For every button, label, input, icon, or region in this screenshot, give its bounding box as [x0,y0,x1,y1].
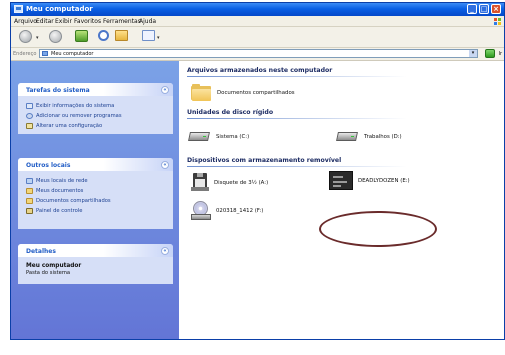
details-panel: Detalhes « Meu computador Pasta do siste… [18,244,173,284]
address-value: Meu computador [51,51,94,57]
go-button[interactable] [485,49,495,58]
shared-folder-icon [26,198,33,204]
documents-folder-icon [26,188,33,194]
group-header-removable: Dispositivos com armazenamento removível [187,157,342,164]
title-bar[interactable]: Meu computador _ □ × [11,3,504,16]
info-icon [26,103,33,109]
close-button[interactable]: × [491,4,501,14]
maximize-button[interactable]: □ [479,4,489,14]
go-label[interactable]: Ir [498,51,502,57]
menu-ferramentas[interactable]: Ferramentas [103,18,141,25]
address-field[interactable]: Meu computador ▾ [39,49,478,58]
item-floppy-a[interactable]: Disquete de 3½ (A:) [191,173,286,193]
computer-icon [42,51,48,56]
collapse-chevron-icon[interactable]: « [161,86,169,94]
windows-logo-icon [494,18,502,26]
panel-title: Tarefas do sistema [26,87,90,94]
item-label: Sistema (C:) [216,134,250,140]
minimize-button[interactable]: _ [467,4,477,14]
highlight-circle [319,211,437,247]
details-subtitle: Pasta do sistema [26,270,71,276]
group-header-files: Arquivos armazenados neste computador [187,67,333,74]
item-label: Trabalhos (D:) [364,134,402,140]
task-pane: Tarefas do sistema « Exibir informações … [11,61,179,339]
network-icon [26,178,33,184]
cd-drive-icon [191,201,211,221]
address-label: Endereço [13,51,37,57]
group-divider [187,118,407,119]
item-shared-documents[interactable]: Documentos compartilhados [191,83,301,103]
item-label: Documentos compartilhados [217,90,295,96]
menu-editar[interactable]: Editar [36,18,54,25]
toolbar: ▾ ▾ [11,27,504,48]
views-button[interactable] [142,30,155,41]
hard-drive-icon [336,129,359,142]
collapse-chevron-icon[interactable]: « [161,161,169,169]
item-drive-e[interactable]: DEADLYDOZEN (E:) [329,171,429,191]
group-divider [187,76,407,77]
computer-icon [14,5,23,13]
item-label: 020318_1412 (F:) [216,208,264,214]
hard-drive-icon [188,129,211,142]
menu-bar: Arquivo Editar Exibir Favoritos Ferramen… [11,16,504,27]
item-cd-f[interactable]: 020318_1412 (F:) [191,201,286,221]
address-bar: Endereço Meu computador ▾ Ir [11,48,504,61]
explorer-window: Meu computador _ □ × Arquivo Editar Exib… [10,2,505,340]
panel-title: Outros locais [26,162,71,169]
programs-icon [26,113,33,119]
content-pane: Arquivos armazenados neste computador Do… [179,61,504,339]
views-dropdown-icon[interactable]: ▾ [157,35,160,41]
menu-favoritos[interactable]: Favoritos [74,18,101,25]
forward-button[interactable] [49,30,62,43]
floppy-drive-icon [191,173,209,191]
control-panel-icon [26,123,33,129]
menu-exibir[interactable]: Exibir [55,18,72,25]
system-tasks-panel: Tarefas do sistema « Exibir informações … [18,83,173,134]
back-button[interactable] [19,30,32,43]
item-drive-d[interactable]: Trabalhos (D:) [336,127,427,147]
system-tasks-header[interactable]: Tarefas do sistema « [18,83,173,96]
item-drive-c[interactable]: Sistema (C:) [188,127,269,147]
menu-ajuda[interactable]: Ajuda [139,18,156,25]
menu-arquivo[interactable]: Arquivo [14,18,37,25]
details-name: Meu computador [26,263,82,269]
folders-button[interactable] [115,30,128,41]
control-panel-icon [26,208,33,214]
collapse-chevron-icon[interactable]: « [161,247,169,255]
removable-drive-icon [329,171,353,190]
address-dropdown-icon[interactable]: ▾ [469,50,477,57]
group-divider [187,166,407,167]
details-header[interactable]: Detalhes « [18,244,173,257]
item-label: DEADLYDOZEN (E:) [358,178,410,184]
other-places-header[interactable]: Outros locais « [18,158,173,171]
other-places-panel: Outros locais « Meus locais de rede Meus… [18,158,173,229]
up-folder-button[interactable] [75,30,88,42]
search-button[interactable] [98,30,109,41]
back-dropdown-icon[interactable]: ▾ [36,35,39,41]
group-header-hard-disks: Unidades de disco rígido [187,109,274,116]
window-title: Meu computador [26,5,93,13]
item-label: Disquete de 3½ (A:) [214,180,269,186]
panel-title: Detalhes [26,248,56,255]
folder-icon [191,83,211,101]
